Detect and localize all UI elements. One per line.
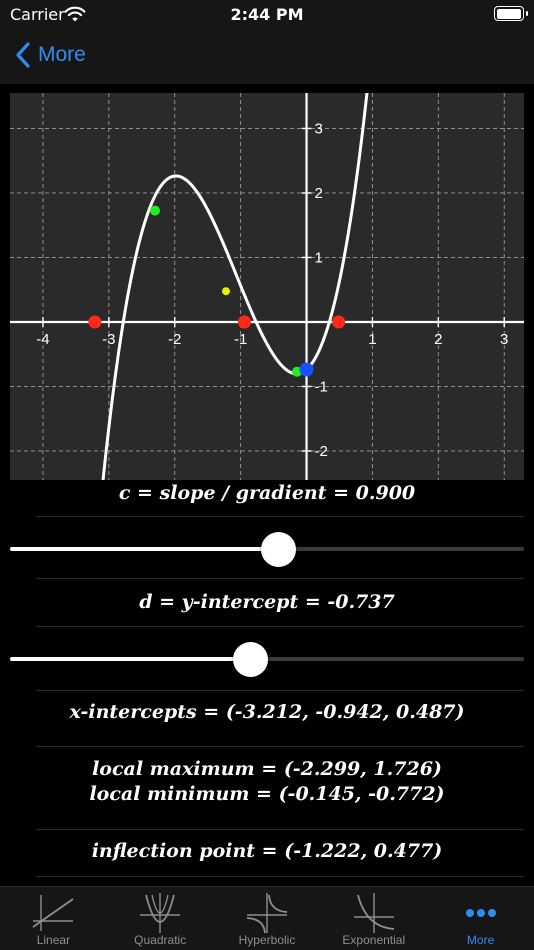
- clock: 2:44 PM: [230, 5, 304, 24]
- chevron-left-icon: [16, 42, 30, 68]
- tab-exponential[interactable]: Exponential: [320, 887, 427, 950]
- back-button[interactable]: More: [14, 38, 86, 72]
- slider-thumb[interactable]: [233, 642, 269, 677]
- tab-label: Exponential: [342, 933, 406, 947]
- y-intercept-marker: [299, 362, 314, 377]
- back-label: More: [38, 43, 86, 66]
- x-tick-label: -4: [36, 331, 49, 348]
- x-tick-label: 2: [434, 331, 442, 348]
- x-tick-label: -3: [102, 331, 115, 348]
- coefficient-controls: c = slope / gradient = 0.900 d = y-inter…: [0, 480, 534, 886]
- x-tick-label: 1: [368, 331, 376, 348]
- battery-icon: [494, 6, 528, 21]
- local-minimum-readout: local minimum = (-0.145, -0.772): [89, 783, 445, 805]
- local-maximum-marker: [150, 205, 161, 216]
- slider-fill: [10, 547, 279, 551]
- tab-quadratic[interactable]: Quadratic: [107, 887, 214, 950]
- battery-level: [496, 8, 521, 19]
- separator: [36, 876, 524, 877]
- separator: [36, 516, 524, 517]
- x-intercepts-readout: x-intercepts = (-3.212, -0.942, 0.487): [69, 701, 465, 723]
- d-coefficient-slider[interactable]: [10, 639, 524, 679]
- graph-canvas: -4 -3 -2 -1 1 2 3 -2 -1 1 2 3: [10, 93, 524, 480]
- y-tick-label: 1: [315, 249, 323, 266]
- inflection-point-readout: inflection point = (-1.222, 0.477): [91, 840, 443, 862]
- status-bar: Carrier 2:44 PM: [0, 0, 534, 30]
- x-tick-label: -1: [234, 331, 247, 348]
- y-tick-label: -2: [315, 443, 328, 460]
- y-tick-label: -1: [315, 378, 328, 395]
- d-coefficient-label: d = y-intercept = -0.737: [139, 591, 395, 613]
- local-maximum-readout: local maximum = (-2.299, 1.726): [92, 758, 442, 780]
- navigation-bar: More: [0, 30, 534, 84]
- tab-hyperbolic[interactable]: Hyperbolic: [214, 887, 321, 950]
- tab-label: Hyperbolic: [238, 933, 296, 947]
- separator: [36, 626, 524, 627]
- linear-graph-icon: [32, 895, 74, 931]
- separator: [36, 690, 524, 691]
- tab-label: More: [466, 933, 495, 947]
- tab-label: Linear: [36, 933, 71, 947]
- x-tick-label: 3: [500, 331, 508, 348]
- more-dots-icon: [465, 909, 496, 917]
- separator: [36, 578, 524, 579]
- slider-fill: [10, 657, 251, 661]
- tab-bar: Linear Quadratic Hyperbolic Exponential …: [0, 886, 534, 950]
- c-coefficient-label: c = slope / gradient = 0.900: [118, 482, 416, 504]
- inflection-point-marker: [222, 287, 231, 296]
- x-intercept-marker: [237, 315, 251, 329]
- x-tick-label: -2: [168, 331, 181, 348]
- tab-more[interactable]: More: [427, 887, 534, 950]
- exponential-graph-icon: [353, 893, 394, 933]
- tab-linear[interactable]: Linear: [0, 887, 107, 950]
- y-tick-label: 2: [315, 185, 323, 202]
- graph-background: [10, 93, 524, 480]
- quadratic-graph-icon: [140, 893, 181, 933]
- hyperbolic-graph-icon: [246, 893, 288, 934]
- function-graph[interactable]: -4 -3 -2 -1 1 2 3 -2 -1 1 2 3: [10, 93, 524, 480]
- x-intercept-marker: [88, 315, 102, 329]
- x-intercept-marker: [332, 315, 346, 329]
- y-tick-label: 3: [315, 120, 323, 137]
- c-coefficient-slider[interactable]: [10, 529, 524, 569]
- tab-label: Quadratic: [134, 933, 187, 947]
- separator: [36, 829, 524, 830]
- separator: [36, 746, 524, 747]
- slider-thumb[interactable]: [260, 532, 296, 567]
